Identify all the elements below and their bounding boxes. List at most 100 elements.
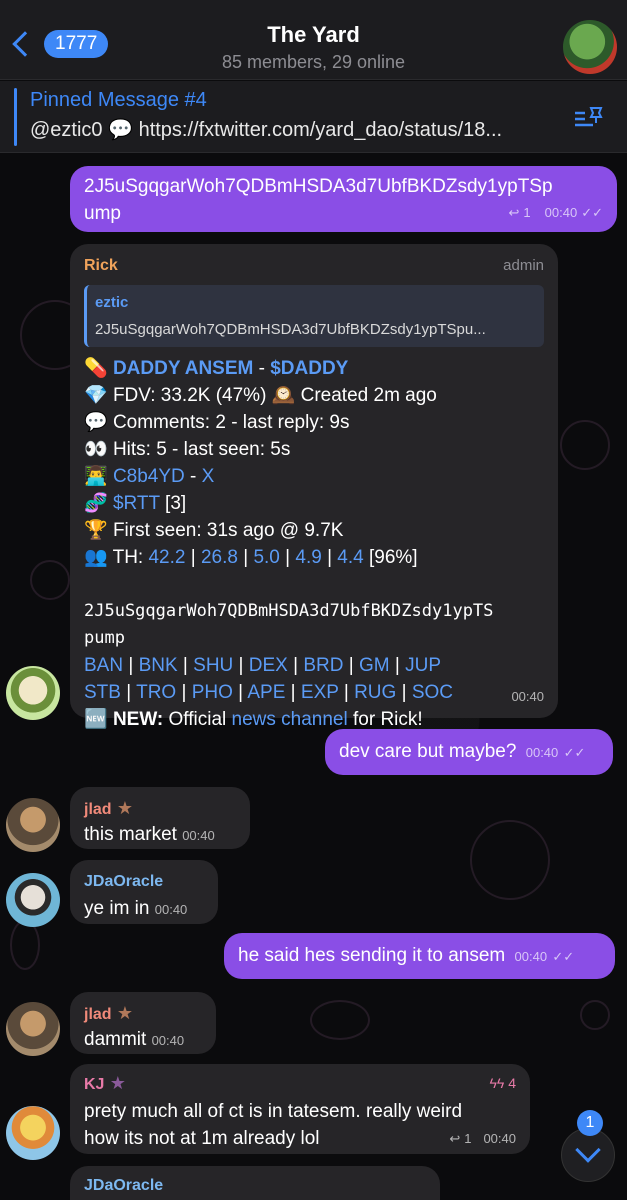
message-time: 00:40 xyxy=(182,828,215,843)
sender-avatar[interactable] xyxy=(6,666,60,720)
outgoing-message[interactable]: dev care but maybe? 00:40 ✓✓ xyxy=(325,729,613,775)
sender-name[interactable]: jlad xyxy=(84,801,112,818)
reply-arrow-icon: ↩ xyxy=(508,205,520,220)
message-meta: ↩ 1 00:40 xyxy=(449,1125,516,1152)
scroll-to-bottom-button[interactable] xyxy=(561,1128,615,1182)
outgoing-message[interactable]: 2J5uSgqgarWoh7QDBmHSDA3d7UbfBKDZsdy1ypTS… xyxy=(70,166,617,232)
unread-mentions-badge: 1 xyxy=(577,1110,603,1136)
message-time: 00:40 xyxy=(544,205,578,220)
quick-link[interactable]: SHU xyxy=(193,655,233,676)
reply-snippet: 2J5uSgqgarWoh7QDBmHSDA3d7UbfBKDZsdy1ypTS… xyxy=(95,321,486,338)
dev-link[interactable]: C8b4YD xyxy=(113,466,185,487)
quick-link[interactable]: PHO xyxy=(192,682,233,703)
sender-avatar[interactable] xyxy=(6,1002,60,1056)
quick-link[interactable]: EXP xyxy=(301,682,339,703)
incoming-message[interactable]: jlad ★ this market 00:40 xyxy=(70,787,250,849)
new-text: for Rick! xyxy=(347,709,423,730)
th-value-link[interactable]: 42.2 xyxy=(148,547,185,568)
new-badge-icon: 🆕 xyxy=(84,709,113,730)
separator: - xyxy=(184,466,202,487)
quick-link[interactable]: TRO xyxy=(136,682,176,703)
new-text: Official xyxy=(163,709,232,730)
reply-arrow-icon: ↩ xyxy=(449,1131,461,1146)
message-text: ye im in xyxy=(84,898,150,919)
chat-avatar[interactable] xyxy=(563,20,617,74)
contract-address-end[interactable]: pump xyxy=(84,625,544,652)
sender-avatar[interactable] xyxy=(6,798,60,852)
token-ticker-link[interactable]: $DADDY xyxy=(270,358,348,379)
sender-avatar[interactable] xyxy=(6,1106,60,1160)
speech-bubble-icon: 💬 xyxy=(84,412,113,433)
created-text: Created 2m ago xyxy=(300,385,437,406)
th-percent: [96%] xyxy=(363,547,418,568)
th-value-link[interactable]: 26.8 xyxy=(201,547,238,568)
star-icon: ★ xyxy=(109,1073,126,1093)
outgoing-message[interactable]: he said hes sending it to ansem 00:40 ✓✓ xyxy=(224,933,615,979)
quick-link[interactable]: STB xyxy=(84,682,121,703)
first-seen-text: First seen: 31s ago @ 9.7K xyxy=(112,520,344,541)
quick-link[interactable]: APE xyxy=(247,682,285,703)
message-time: 00:40 xyxy=(514,949,548,964)
message-time: 00:40 xyxy=(511,689,544,704)
incoming-message[interactable]: JDaOracle xyxy=(70,1166,440,1200)
message-time: 00:40 xyxy=(151,1033,185,1048)
pinned-message-bar[interactable]: Pinned Message #4 @eztic0 💬 https://fxtw… xyxy=(0,81,627,153)
quick-link[interactable]: BNK xyxy=(139,655,178,676)
read-checkmarks-icon: ✓✓ xyxy=(552,949,575,964)
new-label: NEW: xyxy=(112,709,164,730)
th-value-link[interactable]: 4.9 xyxy=(295,547,321,568)
incoming-message[interactable]: KJ ★ ϟϟ 4 prety much all of ct is in tat… xyxy=(70,1064,530,1154)
contract-address[interactable]: 2J5uSgqgarWoh7QDBmHSDA3d7UbfBKDZsdy1ypTS xyxy=(84,598,544,625)
quick-link[interactable]: RUG xyxy=(354,682,396,703)
chat-title[interactable]: The Yard xyxy=(0,22,627,48)
quick-link[interactable]: DEX xyxy=(249,655,288,676)
read-checkmarks-icon: ✓✓ xyxy=(581,205,603,220)
message-meta: ↩ 1 00:40 ✓✓ xyxy=(509,199,603,226)
fdv-text: FDV: 33.2K (47%) xyxy=(112,385,272,406)
th-value-link[interactable]: 4.4 xyxy=(337,547,363,568)
eyes-icon: 👀 xyxy=(84,439,113,460)
message-time: 00:40 xyxy=(154,902,188,917)
incoming-message[interactable]: JDaOracle ye im in 00:40 xyxy=(70,860,218,924)
pinned-title: Pinned Message #4 xyxy=(30,89,207,111)
pinned-list-icon[interactable] xyxy=(573,105,605,129)
rtt-link[interactable]: $RTT xyxy=(113,493,160,514)
star-icon: ★ xyxy=(116,798,133,818)
incoming-message[interactable]: jlad ★ dammit 00:40 xyxy=(70,992,216,1054)
boost-count: 4 xyxy=(508,1075,516,1091)
th-value-link[interactable]: 5.0 xyxy=(253,547,279,568)
message-text: prety much all of ct is in tatesem. real… xyxy=(84,1101,463,1122)
developer-icon: 👨‍💻 xyxy=(84,466,113,487)
quick-link[interactable]: BRD xyxy=(303,655,343,676)
hits-text: Hits: 5 - last seen: 5s xyxy=(112,439,291,460)
sender-name[interactable]: jlad xyxy=(84,1006,112,1023)
reply-quote[interactable]: eztic 2J5uSgqgarWoh7QDBmHSDA3d7UbfBKDZsd… xyxy=(84,285,544,347)
message-text: this market xyxy=(84,824,177,845)
token-name-link[interactable]: DADDY ANSEM xyxy=(113,358,253,379)
quick-link[interactable]: GM xyxy=(359,655,390,676)
message-text: 2J5uSgqgarWoh7QDBmHSDA3d7UbfBKDZsdy1ypTS… xyxy=(84,176,553,197)
dev-x-link[interactable]: X xyxy=(202,466,215,487)
chat-header: 1777 The Yard 85 members, 29 online xyxy=(0,0,627,80)
incoming-message[interactable]: Rick admin eztic 2J5uSgqgarWoh7QDBmHSDA3… xyxy=(70,244,558,730)
sender-name[interactable]: Rick xyxy=(84,252,118,279)
rtt-count: [3] xyxy=(159,493,187,514)
gem-icon: 💎 xyxy=(84,385,113,406)
message-text: how its not at 1m already lol xyxy=(84,1128,320,1149)
th-label: TH: xyxy=(112,547,149,568)
quick-link[interactable]: BAN xyxy=(84,655,123,676)
message-text: he said hes sending it to ansem xyxy=(238,945,506,966)
pill-icon: 💊 xyxy=(84,358,113,379)
sender-name[interactable]: KJ xyxy=(84,1076,104,1093)
news-channel-link[interactable]: news channel xyxy=(232,709,348,730)
star-icon: ★ xyxy=(116,1003,133,1023)
boost-icon: ϟϟ xyxy=(489,1075,505,1091)
dna-icon: 🧬 xyxy=(84,493,113,514)
quick-link[interactable]: SOC xyxy=(412,682,453,703)
pin-indicator xyxy=(14,88,17,146)
sender-name[interactable]: JDaOracle xyxy=(84,1172,426,1199)
quick-link[interactable]: JUP xyxy=(405,655,441,676)
sender-name[interactable]: JDaOracle xyxy=(84,868,204,895)
sender-avatar[interactable] xyxy=(6,873,60,927)
quick-links-row-2: STB | TRO | PHO | APE | EXP | RUG | SOC xyxy=(84,682,453,703)
